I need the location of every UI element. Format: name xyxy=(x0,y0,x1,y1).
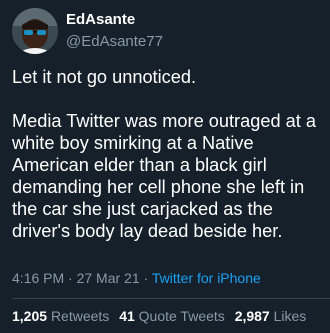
tweet-meta: 4:16 PM · 27 Mar 21 · Twitter for iPhone xyxy=(12,269,261,287)
divider xyxy=(12,298,330,299)
tweet-card: EdAsante @EdAsante77 Let it not go unnot… xyxy=(0,0,330,333)
meta-separator: · xyxy=(143,270,149,286)
retweets-stat[interactable]: 1,205 Retweets xyxy=(12,308,109,324)
display-name[interactable]: EdAsante xyxy=(66,10,163,29)
likes-stat[interactable]: 2,987 Likes xyxy=(235,308,307,324)
tweet-text: Let it not go unnoticed. Media Twitter w… xyxy=(12,67,316,241)
tweet-header: EdAsante @EdAsante77 xyxy=(12,8,318,56)
avatar-photo-icon xyxy=(12,8,58,54)
meta-separator: · xyxy=(68,270,73,286)
likes-count: 2,987 xyxy=(234,308,270,324)
tweet-stats: 1,205 Retweets 41 Quote Tweets 2,987 Lik… xyxy=(12,307,312,325)
likes-label: Likes xyxy=(273,308,307,324)
user-handle[interactable]: @EdAsante77 xyxy=(66,32,163,52)
quote-tweets-label: Quote Tweets xyxy=(138,308,225,324)
tweet-source-link[interactable]: Twitter for iPhone xyxy=(152,270,261,286)
quote-tweets-count: 41 xyxy=(119,308,135,324)
quote-tweets-stat[interactable]: 41 Quote Tweets xyxy=(119,308,225,324)
retweets-count: 1,205 xyxy=(12,308,48,324)
retweets-label: Retweets xyxy=(50,308,110,324)
tweet-time[interactable]: 4:16 PM xyxy=(12,270,64,286)
user-names: EdAsante @EdAsante77 xyxy=(66,10,163,52)
avatar[interactable] xyxy=(12,8,58,54)
tweet-date[interactable]: 27 Mar 21 xyxy=(77,270,140,286)
